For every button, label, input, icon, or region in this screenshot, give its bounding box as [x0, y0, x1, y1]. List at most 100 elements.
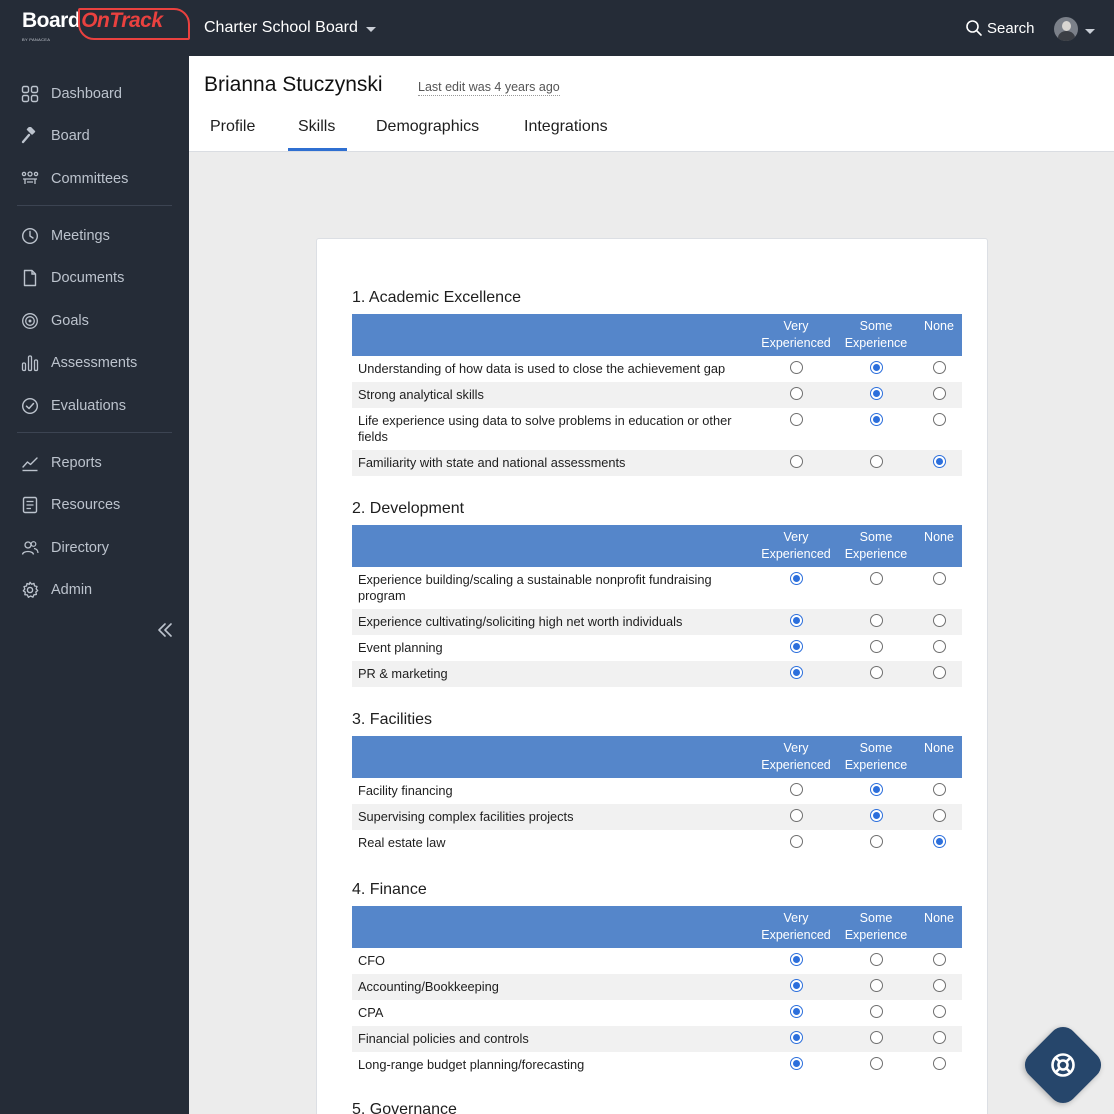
radio-some[interactable] [869, 783, 883, 796]
radio-none[interactable] [932, 953, 946, 966]
radio-very[interactable] [789, 572, 803, 585]
radio-some[interactable] [869, 413, 883, 426]
radio-very[interactable] [789, 809, 803, 822]
user-menu-chevron-icon[interactable] [1085, 29, 1095, 34]
table-row: Financial policies and controls [352, 1026, 962, 1052]
sidebar-item-documents[interactable]: Documents [21, 266, 124, 290]
radio-very[interactable] [789, 413, 803, 426]
skills-table: Very Experienced Some Experience None Underst… [352, 314, 962, 476]
radio-none[interactable] [932, 1005, 946, 1018]
skill-label: Understanding of how data is used to clo… [358, 361, 726, 376]
skill-label: Facility financing [358, 783, 453, 798]
column-header-none: None [916, 525, 962, 567]
radio-very[interactable] [789, 666, 803, 679]
table-row: Accounting/Bookkeeping [352, 974, 962, 1000]
sidebar-item-board[interactable]: Board [21, 124, 90, 148]
sidebar-item-reports[interactable]: Reports [21, 451, 102, 475]
radio-some[interactable] [869, 1057, 883, 1070]
radio-very[interactable] [789, 387, 803, 400]
rating-cell [916, 830, 962, 856]
radio-very[interactable] [789, 361, 803, 374]
radio-some[interactable] [869, 953, 883, 966]
board-selector[interactable]: Charter School Board [204, 19, 376, 37]
radio-very[interactable] [789, 979, 803, 992]
sidebar-item-dashboard[interactable]: Dashboard [21, 82, 122, 106]
lifebuoy-icon[interactable] [1050, 1052, 1076, 1078]
line-chart-icon [22, 457, 38, 472]
radio-none[interactable] [932, 835, 946, 848]
radio-very[interactable] [789, 835, 803, 848]
sidebar-item-assessments[interactable]: Assessments [21, 351, 137, 375]
boardontrack-logo[interactable]: BoardOnTrack BY PANACEA [22, 8, 190, 44]
radio-very[interactable] [789, 455, 803, 468]
tab-skills[interactable]: Skills [298, 118, 335, 136]
radio-some[interactable] [869, 1031, 883, 1044]
sidebar-divider [17, 432, 172, 433]
radio-none[interactable] [932, 809, 946, 822]
radio-some[interactable] [869, 387, 883, 400]
radio-very[interactable] [789, 1031, 803, 1044]
column-header-some-experience: Some Experience [836, 736, 916, 778]
radio-none[interactable] [932, 361, 946, 374]
radio-very[interactable] [789, 1057, 803, 1070]
radio-none[interactable] [932, 572, 946, 585]
radio-very[interactable] [789, 1005, 803, 1018]
user-avatar[interactable] [1054, 17, 1078, 41]
tab-profile[interactable]: Profile [210, 118, 255, 136]
radio-some[interactable] [869, 455, 883, 468]
section-title: 1. Academic Excellence [352, 289, 521, 306]
tab-integrations[interactable]: Integrations [524, 118, 608, 136]
sidebar-item-committees[interactable]: Committees [21, 167, 128, 191]
radio-some[interactable] [869, 614, 883, 627]
search-button[interactable]: Search [965, 19, 1035, 37]
table-row: Familiarity with state and national asse… [352, 450, 962, 476]
radio-some[interactable] [869, 640, 883, 653]
page-title: Brianna Stuczynski [204, 73, 383, 96]
bar-chart-icon [21, 355, 39, 372]
radio-none[interactable] [932, 1031, 946, 1044]
sidebar-item-goals[interactable]: Goals [21, 309, 89, 333]
radio-none[interactable] [932, 783, 946, 796]
radio-some[interactable] [869, 361, 883, 374]
sidebar-item-meetings[interactable]: Meetings [21, 224, 110, 248]
radio-very[interactable] [789, 640, 803, 653]
sidebar-item-evaluations[interactable]: Evaluations [21, 394, 126, 418]
radio-some[interactable] [869, 572, 883, 585]
radio-none[interactable] [932, 413, 946, 426]
radio-none[interactable] [932, 387, 946, 400]
column-header-label: None [924, 530, 954, 544]
logo-byline: BY PANACEA [22, 37, 51, 42]
radio-none[interactable] [932, 455, 946, 468]
rating-cell [756, 778, 836, 804]
radio-none[interactable] [932, 640, 946, 653]
column-header-none: None [916, 906, 962, 948]
rating-cell [836, 1000, 916, 1026]
column-header-label: Experience [844, 336, 908, 350]
radio-some[interactable] [869, 979, 883, 992]
radio-none[interactable] [932, 979, 946, 992]
last-edit-text[interactable]: Last edit was 4 years ago [418, 80, 560, 96]
column-header-label: Some [859, 319, 893, 333]
collapse-sidebar-icon[interactable] [156, 621, 174, 639]
sidebar-item-resources[interactable]: Resources [21, 493, 120, 517]
active-tab-indicator [288, 148, 347, 151]
radio-very[interactable] [789, 614, 803, 627]
radio-very[interactable] [789, 953, 803, 966]
radio-none[interactable] [932, 614, 946, 627]
sidebar-item-directory[interactable]: Directory [21, 536, 109, 560]
rating-cell [916, 1026, 962, 1052]
radio-none[interactable] [932, 666, 946, 679]
column-header-label: Experienced [761, 758, 831, 772]
column-header-label: None [924, 319, 954, 333]
radio-none[interactable] [932, 1057, 946, 1070]
sidebar-item-admin[interactable]: Admin [21, 578, 92, 602]
skill-label: Financial policies and controls [352, 1026, 756, 1052]
radio-some[interactable] [869, 1005, 883, 1018]
people-icon [21, 541, 39, 555]
skill-label: Familiarity with state and national asse… [352, 450, 756, 476]
radio-some[interactable] [869, 666, 883, 679]
tab-demographics[interactable]: Demographics [376, 118, 479, 136]
radio-some[interactable] [869, 835, 883, 848]
radio-some[interactable] [869, 809, 883, 822]
radio-very[interactable] [789, 783, 803, 796]
